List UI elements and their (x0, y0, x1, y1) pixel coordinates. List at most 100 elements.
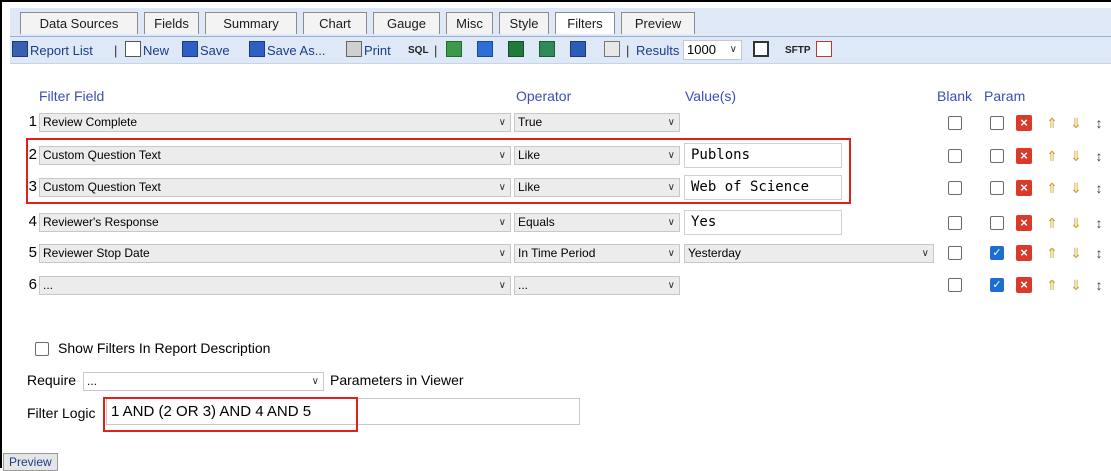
delete-row-icon[interactable]: × (1016, 180, 1032, 196)
excel-alt-icon[interactable] (539, 41, 555, 57)
operator-select[interactable]: True ∨ (514, 113, 680, 132)
results-select[interactable]: 1000 ∨ (683, 40, 742, 60)
filter-field-value: Review Complete (43, 115, 138, 129)
drag-handle-icon[interactable]: ↕ (1094, 180, 1104, 196)
tab-misc[interactable]: Misc (446, 12, 493, 34)
delete-row-icon[interactable]: × (1016, 277, 1032, 293)
delete-row-icon[interactable]: × (1016, 148, 1032, 164)
param-checkbox[interactable] (990, 116, 1004, 130)
move-down-icon[interactable]: ⇓ (1068, 215, 1084, 231)
delete-row-icon[interactable]: × (1016, 215, 1032, 231)
save-as-button[interactable]: Save As... (267, 42, 326, 59)
tab-gauge[interactable]: Gauge (373, 12, 440, 34)
param-checkbox[interactable] (990, 216, 1004, 230)
spreadsheet-export-icon[interactable] (446, 41, 462, 57)
tab-bar: Data Sources Fields Summary Chart Gauge … (10, 8, 1111, 37)
highlight-box-rows (26, 138, 851, 204)
drag-handle-icon[interactable]: ↕ (1094, 115, 1104, 131)
tab-filters[interactable]: Filters (555, 12, 615, 34)
header-filter-field: Filter Field (39, 88, 105, 104)
param-checkbox[interactable]: ✓ (990, 246, 1004, 260)
tab-chart[interactable]: Chart (303, 12, 367, 34)
preview-button[interactable]: Preview (3, 453, 58, 471)
blank-checkbox[interactable] (948, 149, 962, 163)
delete-row-icon[interactable]: × (1016, 245, 1032, 261)
operator-value: Equals (518, 215, 555, 229)
calendar-icon[interactable] (816, 41, 832, 57)
email-icon[interactable] (753, 41, 769, 57)
param-checkbox[interactable] (990, 181, 1004, 195)
filter-field-select[interactable]: ... ∨ (39, 276, 511, 295)
value-input[interactable]: Yes (684, 210, 842, 235)
save-button[interactable]: Save (200, 42, 230, 59)
word-icon[interactable] (570, 41, 586, 57)
filter-field-value: ... (43, 278, 54, 292)
chevron-down-icon: ∨ (498, 248, 506, 259)
move-down-icon[interactable]: ⇓ (1068, 180, 1084, 196)
blank-checkbox[interactable] (948, 216, 962, 230)
move-up-icon[interactable]: ⇑ (1044, 148, 1060, 164)
tab-summary[interactable]: Summary (205, 12, 297, 34)
drag-handle-icon[interactable]: ↕ (1094, 148, 1104, 164)
operator-value: ... (518, 278, 529, 292)
tab-data-sources[interactable]: Data Sources (20, 12, 138, 34)
save-as-icon (249, 41, 265, 57)
param-checkbox[interactable]: ✓ (990, 278, 1004, 292)
move-down-icon[interactable]: ⇓ (1068, 245, 1084, 261)
require-select[interactable]: ... ∨ (83, 372, 324, 391)
print-button[interactable]: Print (364, 42, 391, 59)
operator-value: True (518, 115, 543, 129)
filter-field-value: Reviewer's Response (43, 215, 159, 229)
operator-select[interactable]: In Time Period ∨ (514, 244, 680, 263)
filter-field-select[interactable]: Review Complete ∨ (39, 113, 511, 132)
row-number: 1 (28, 113, 37, 130)
operator-select[interactable]: ... ∨ (514, 276, 680, 295)
show-filters-checkbox[interactable] (35, 342, 49, 356)
sql-button[interactable]: SQL (408, 42, 429, 59)
chevron-down-icon: ∨ (667, 117, 675, 128)
edit-export-icon[interactable] (477, 41, 493, 57)
row-number: 6 (28, 276, 37, 293)
move-up-icon[interactable]: ⇑ (1044, 180, 1060, 196)
move-up-icon[interactable]: ⇑ (1044, 277, 1060, 293)
toolbar-separator: | (434, 43, 438, 58)
filter-field-select[interactable]: Reviewer's Response ∨ (39, 213, 511, 232)
blank-checkbox[interactable] (948, 181, 962, 195)
tab-fields[interactable]: Fields (144, 12, 199, 34)
drag-handle-icon[interactable]: ↕ (1094, 277, 1104, 293)
move-down-icon[interactable]: ⇓ (1068, 148, 1084, 164)
report-designer: Data Sources Fields Summary Chart Gauge … (0, 0, 1111, 471)
header-blank: Blank (937, 88, 973, 104)
delete-row-icon[interactable]: × (1016, 115, 1032, 131)
blank-checkbox[interactable] (948, 116, 962, 130)
param-checkbox[interactable] (990, 149, 1004, 163)
report-list-button[interactable]: Report List (30, 42, 93, 59)
move-up-icon[interactable]: ⇑ (1044, 115, 1060, 131)
document-icon[interactable] (604, 41, 620, 57)
drag-handle-icon[interactable]: ↕ (1094, 215, 1104, 231)
header-operator: Operator (516, 88, 572, 104)
filter-field-select[interactable]: Reviewer Stop Date ∨ (39, 244, 511, 263)
sftp-button[interactable]: SFTP (785, 42, 811, 59)
operator-select[interactable]: Equals ∨ (514, 213, 680, 232)
move-down-icon[interactable]: ⇓ (1068, 115, 1084, 131)
save-icon (182, 41, 198, 57)
tab-style[interactable]: Style (499, 12, 549, 34)
header-param: Param (984, 88, 1026, 104)
chevron-down-icon: ∨ (667, 248, 675, 259)
require-suffix: Parameters in Viewer (330, 372, 464, 388)
move-up-icon[interactable]: ⇑ (1044, 245, 1060, 261)
move-up-icon[interactable]: ⇑ (1044, 215, 1060, 231)
chevron-down-icon: ∨ (921, 248, 929, 259)
toolbar: Report List | New Save Save As... Print … (10, 37, 1111, 64)
highlight-box-logic (103, 397, 358, 432)
excel-icon[interactable] (508, 41, 524, 57)
new-button[interactable]: New (143, 42, 169, 59)
drag-handle-icon[interactable]: ↕ (1094, 245, 1104, 261)
tab-preview[interactable]: Preview (621, 12, 695, 34)
operator-value: In Time Period (518, 246, 596, 260)
blank-checkbox[interactable] (948, 246, 962, 260)
value-select[interactable]: Yesterday ∨ (684, 244, 934, 263)
blank-checkbox[interactable] (948, 278, 962, 292)
move-down-icon[interactable]: ⇓ (1068, 277, 1084, 293)
